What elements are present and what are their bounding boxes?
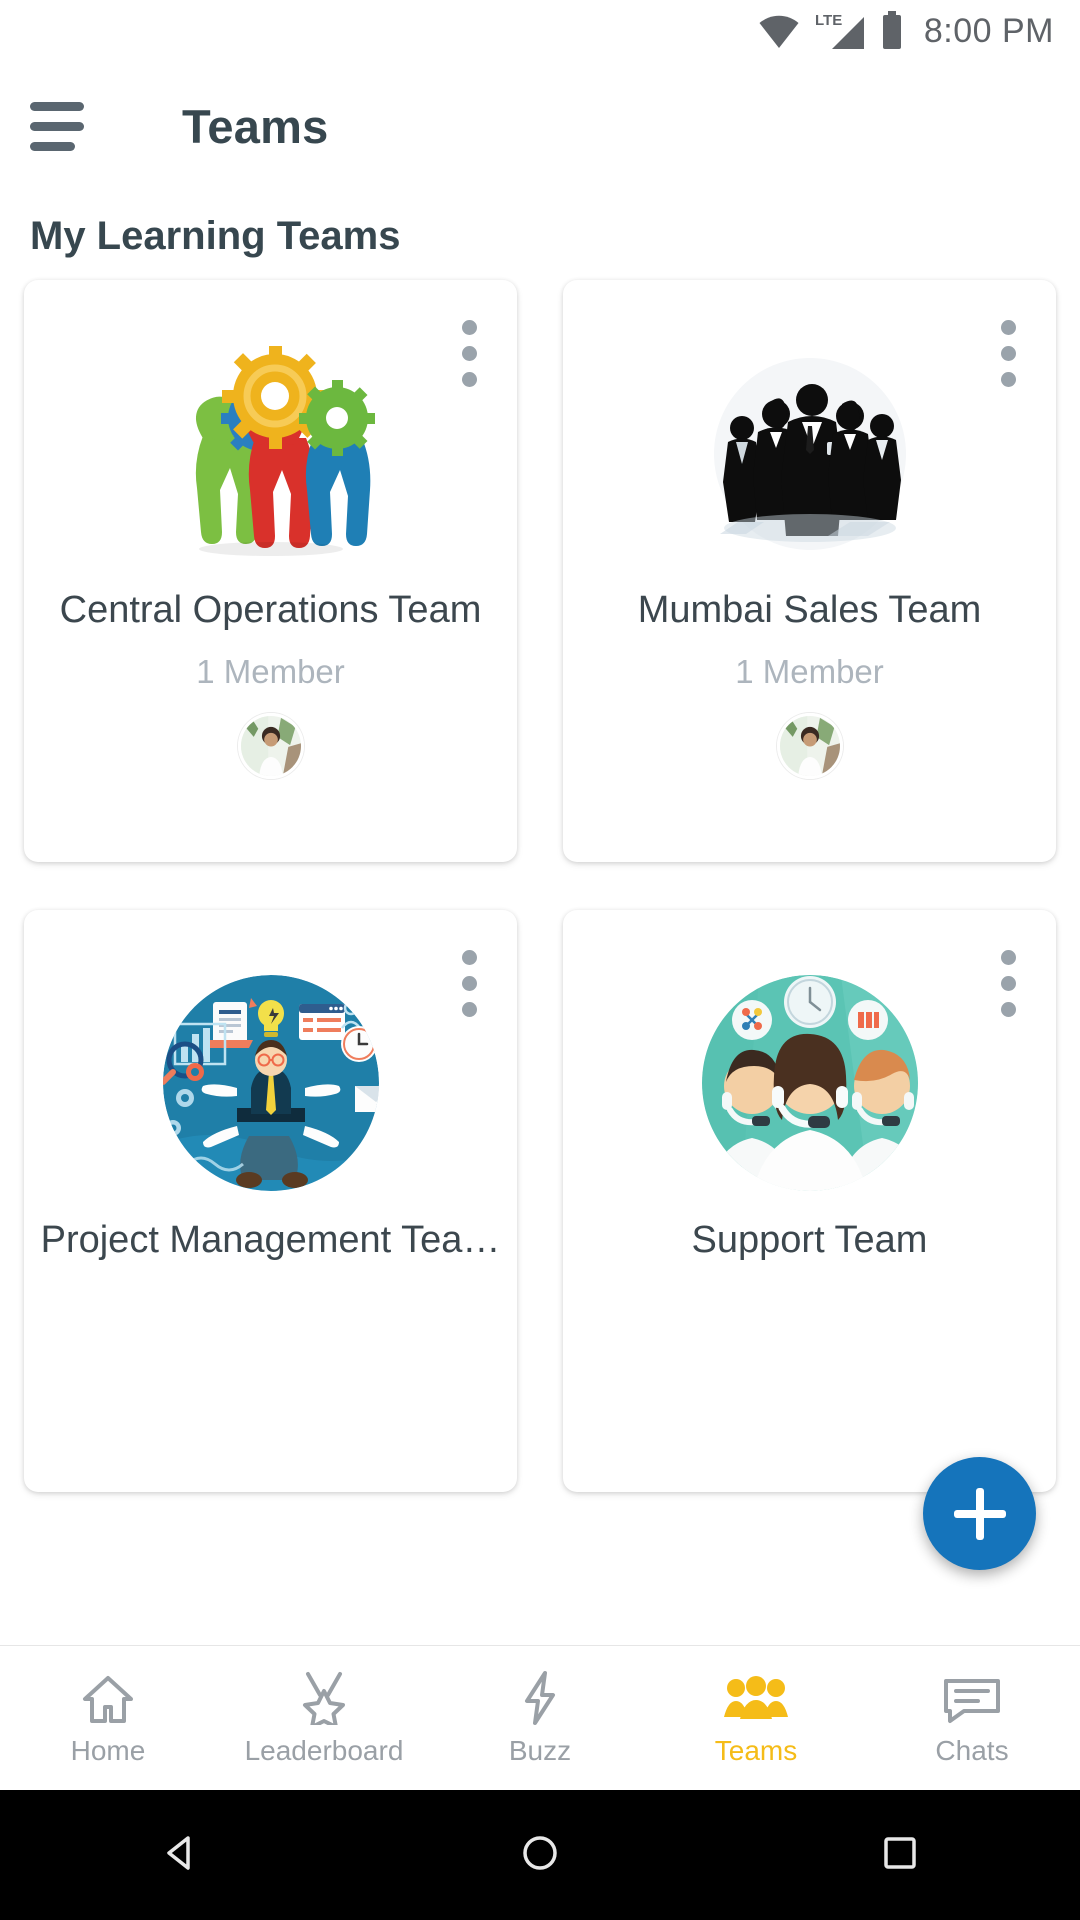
chat-bubble-icon: [942, 1669, 1002, 1725]
overflow-menu-icon[interactable]: [995, 944, 1022, 1023]
recents-square-icon[interactable]: [878, 1831, 922, 1880]
lte-signal-icon: LTE: [814, 11, 866, 51]
add-team-fab[interactable]: [923, 1457, 1036, 1570]
page-title: Teams: [182, 99, 329, 153]
team-card-title: Support Team: [691, 1219, 928, 1261]
nav-label-chats: Chats: [935, 1735, 1009, 1766]
team-card[interactable]: Support Team: [563, 910, 1056, 1492]
nav-label-leaderboard: Leaderboard: [244, 1735, 404, 1766]
svg-text:LTE: LTE: [815, 12, 842, 29]
overflow-menu-icon[interactable]: [456, 944, 483, 1023]
nav-item-chats[interactable]: Chats: [864, 1646, 1080, 1790]
nav-label-teams: Teams: [714, 1735, 798, 1766]
team-card-title: Mumbai Sales Team: [637, 589, 982, 631]
wifi-icon: [758, 14, 800, 48]
business-team-silhouette-illustration: [685, 338, 935, 568]
team-card-members: 1 Member: [735, 652, 884, 690]
teams-grid: Central Operations Team 1 Member Mumbai …: [0, 258, 1080, 1492]
people-group-icon: [723, 1669, 789, 1725]
nav-item-home[interactable]: Home: [0, 1646, 216, 1790]
plus-icon-vertical: [975, 1487, 984, 1540]
gears-teamwork-illustration: [146, 338, 396, 568]
bottom-navigation: Home Leaderboard Buzz Teams Chats: [0, 1645, 1080, 1790]
android-system-navigation: [0, 1790, 1080, 1920]
team-card[interactable]: Mumbai Sales Team 1 Member: [563, 280, 1056, 862]
team-card[interactable]: Central Operations Team 1 Member: [24, 280, 517, 862]
nav-item-leaderboard[interactable]: Leaderboard: [216, 1646, 432, 1790]
nav-label-buzz: Buzz: [508, 1735, 572, 1766]
teams-scroll-area[interactable]: Central Operations Team 1 Member Mumbai …: [0, 258, 1080, 1645]
back-triangle-icon[interactable]: [158, 1831, 202, 1880]
lightning-icon: [521, 1669, 559, 1725]
nav-item-teams[interactable]: Teams: [648, 1646, 864, 1790]
member-avatar[interactable]: [776, 712, 843, 779]
status-bar-clock: 8:00 PM: [923, 11, 1054, 50]
project-manager-illustration: [146, 968, 396, 1198]
battery-icon: [880, 11, 904, 51]
app-bar: Teams: [0, 62, 1080, 190]
nav-item-buzz[interactable]: Buzz: [432, 1646, 648, 1790]
team-card[interactable]: Project Management Tea…: [24, 910, 517, 1492]
medal-icon: [299, 1669, 349, 1725]
team-card-title: Project Management Tea…: [40, 1219, 501, 1261]
nav-label-home: Home: [70, 1735, 146, 1766]
team-card-members: 1 Member: [196, 652, 345, 690]
team-card-title: Central Operations Team: [59, 589, 482, 631]
overflow-menu-icon[interactable]: [995, 314, 1022, 393]
overflow-menu-icon[interactable]: [456, 314, 483, 393]
section-header: My Learning Teams: [30, 214, 401, 258]
member-avatar[interactable]: [237, 712, 304, 779]
home-circle-icon[interactable]: [518, 1831, 562, 1880]
home-icon: [80, 1669, 136, 1725]
hamburger-menu-icon[interactable]: [30, 95, 92, 157]
status-bar: LTE 8:00 PM: [0, 0, 1080, 62]
support-agents-illustration: [685, 968, 935, 1198]
